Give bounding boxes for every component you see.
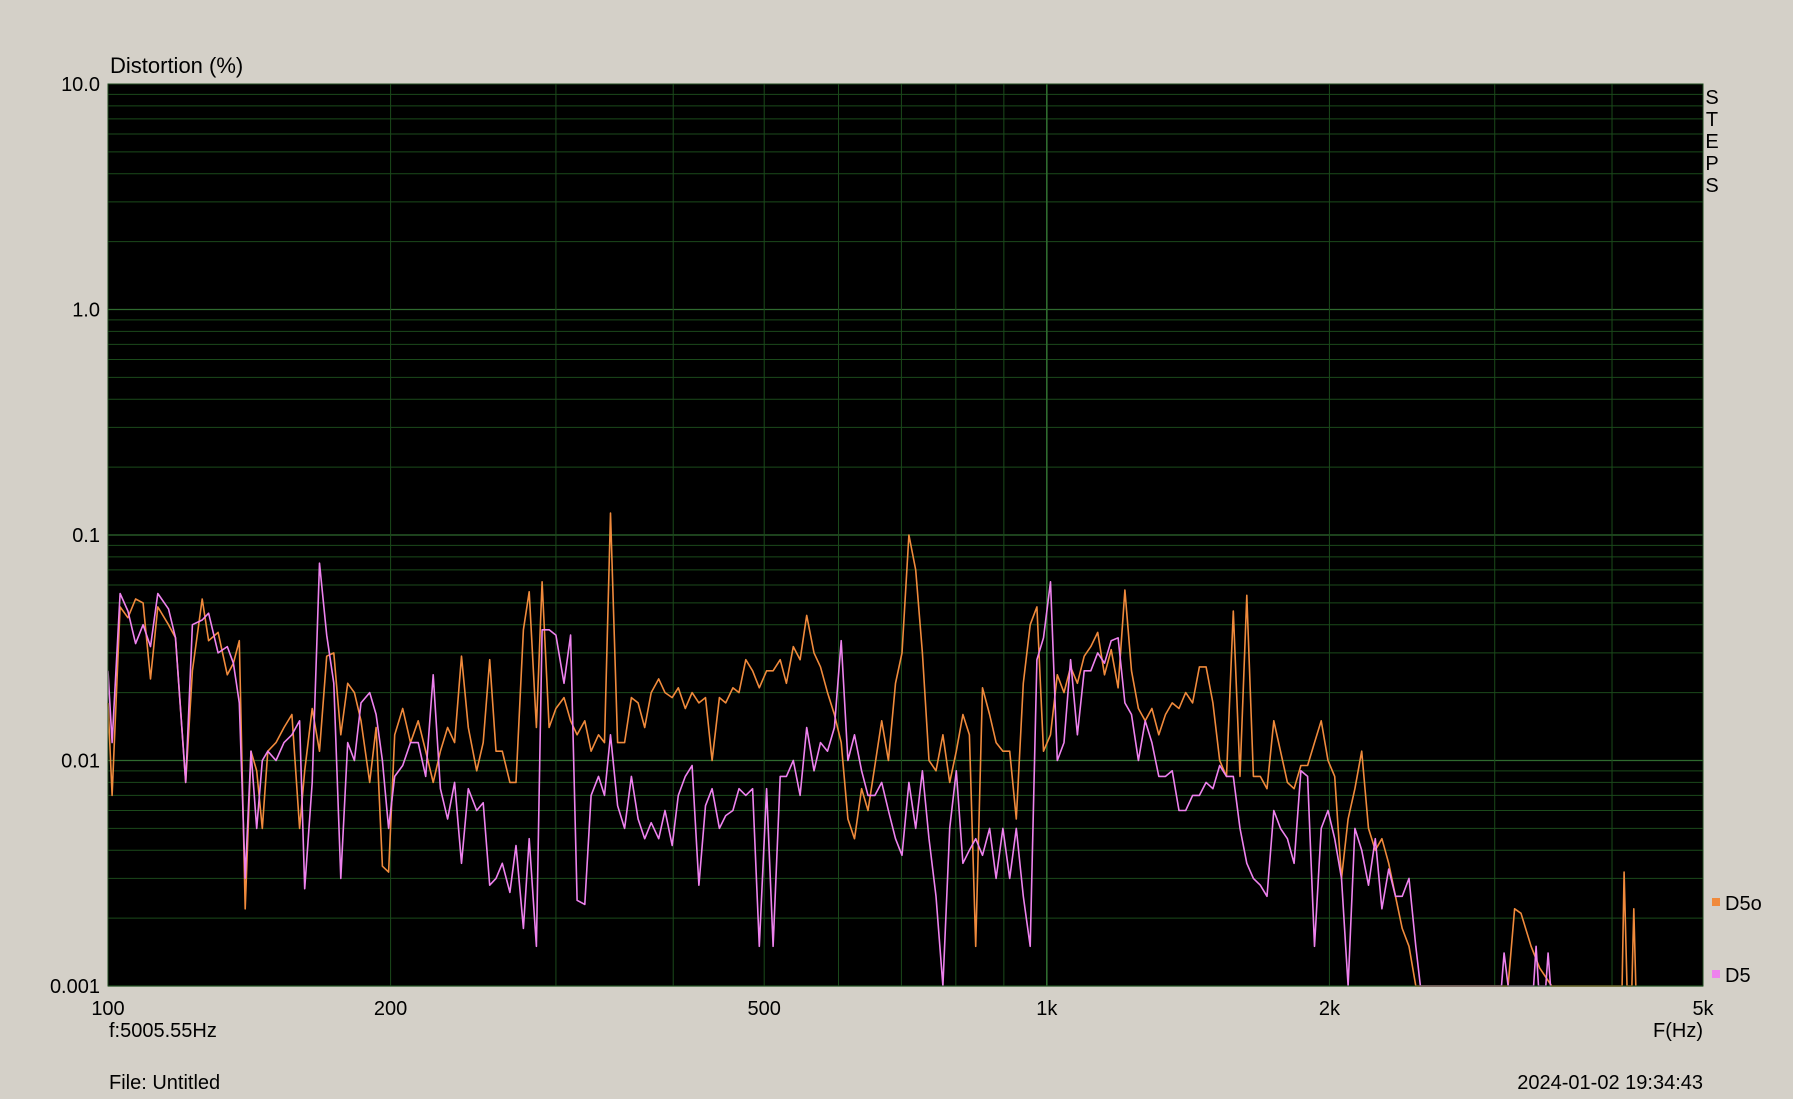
y-tick-label: 0.001 bbox=[50, 976, 100, 998]
y-tick-labels: 10.0 1.0 0.1 0.01 0.001 bbox=[50, 74, 100, 998]
x-tick-label: 5k bbox=[1692, 998, 1714, 1020]
chart: Distortion (%) 10.0 1.0 0.1 0.01 0.001 100 20… bbox=[50, 53, 1762, 1020]
x-tick-label: 2k bbox=[1319, 998, 1341, 1020]
legend-label: D5 bbox=[1725, 965, 1751, 987]
x-tick-label: 1k bbox=[1036, 998, 1058, 1020]
legend-swatch bbox=[1712, 970, 1720, 978]
y-axis-title: Distortion (%) bbox=[110, 53, 243, 78]
side-label-letter: T bbox=[1706, 109, 1718, 131]
x-tick-label: 100 bbox=[91, 998, 124, 1020]
legend-label: D5o bbox=[1725, 893, 1762, 915]
legend-swatch bbox=[1712, 898, 1720, 906]
y-tick-label: 10.0 bbox=[61, 74, 100, 96]
side-label-letter: S bbox=[1705, 175, 1718, 197]
y-tick-label: 0.01 bbox=[61, 751, 100, 773]
side-label-letter: S bbox=[1705, 87, 1718, 109]
y-tick-label: 1.0 bbox=[72, 300, 100, 322]
legend: D5o D5 bbox=[1712, 893, 1762, 987]
y-tick-label: 0.1 bbox=[72, 525, 100, 547]
x-axis-title: F(Hz) bbox=[1653, 1020, 1703, 1042]
x-tick-label: 200 bbox=[374, 998, 407, 1020]
side-label-letter: E bbox=[1705, 131, 1718, 153]
x-tick-label: 500 bbox=[748, 998, 781, 1020]
timestamp: 2024-01-02 19:34:43 bbox=[1517, 1072, 1703, 1094]
side-label-steps: STEPS bbox=[1705, 87, 1718, 197]
x-tick-labels: 100 200 500 1k 2k 5k bbox=[91, 998, 1714, 1020]
side-label-letter: P bbox=[1705, 153, 1718, 175]
cursor-readout: f:5005.55Hz bbox=[109, 1020, 217, 1042]
file-label: File: Untitled bbox=[109, 1072, 221, 1094]
